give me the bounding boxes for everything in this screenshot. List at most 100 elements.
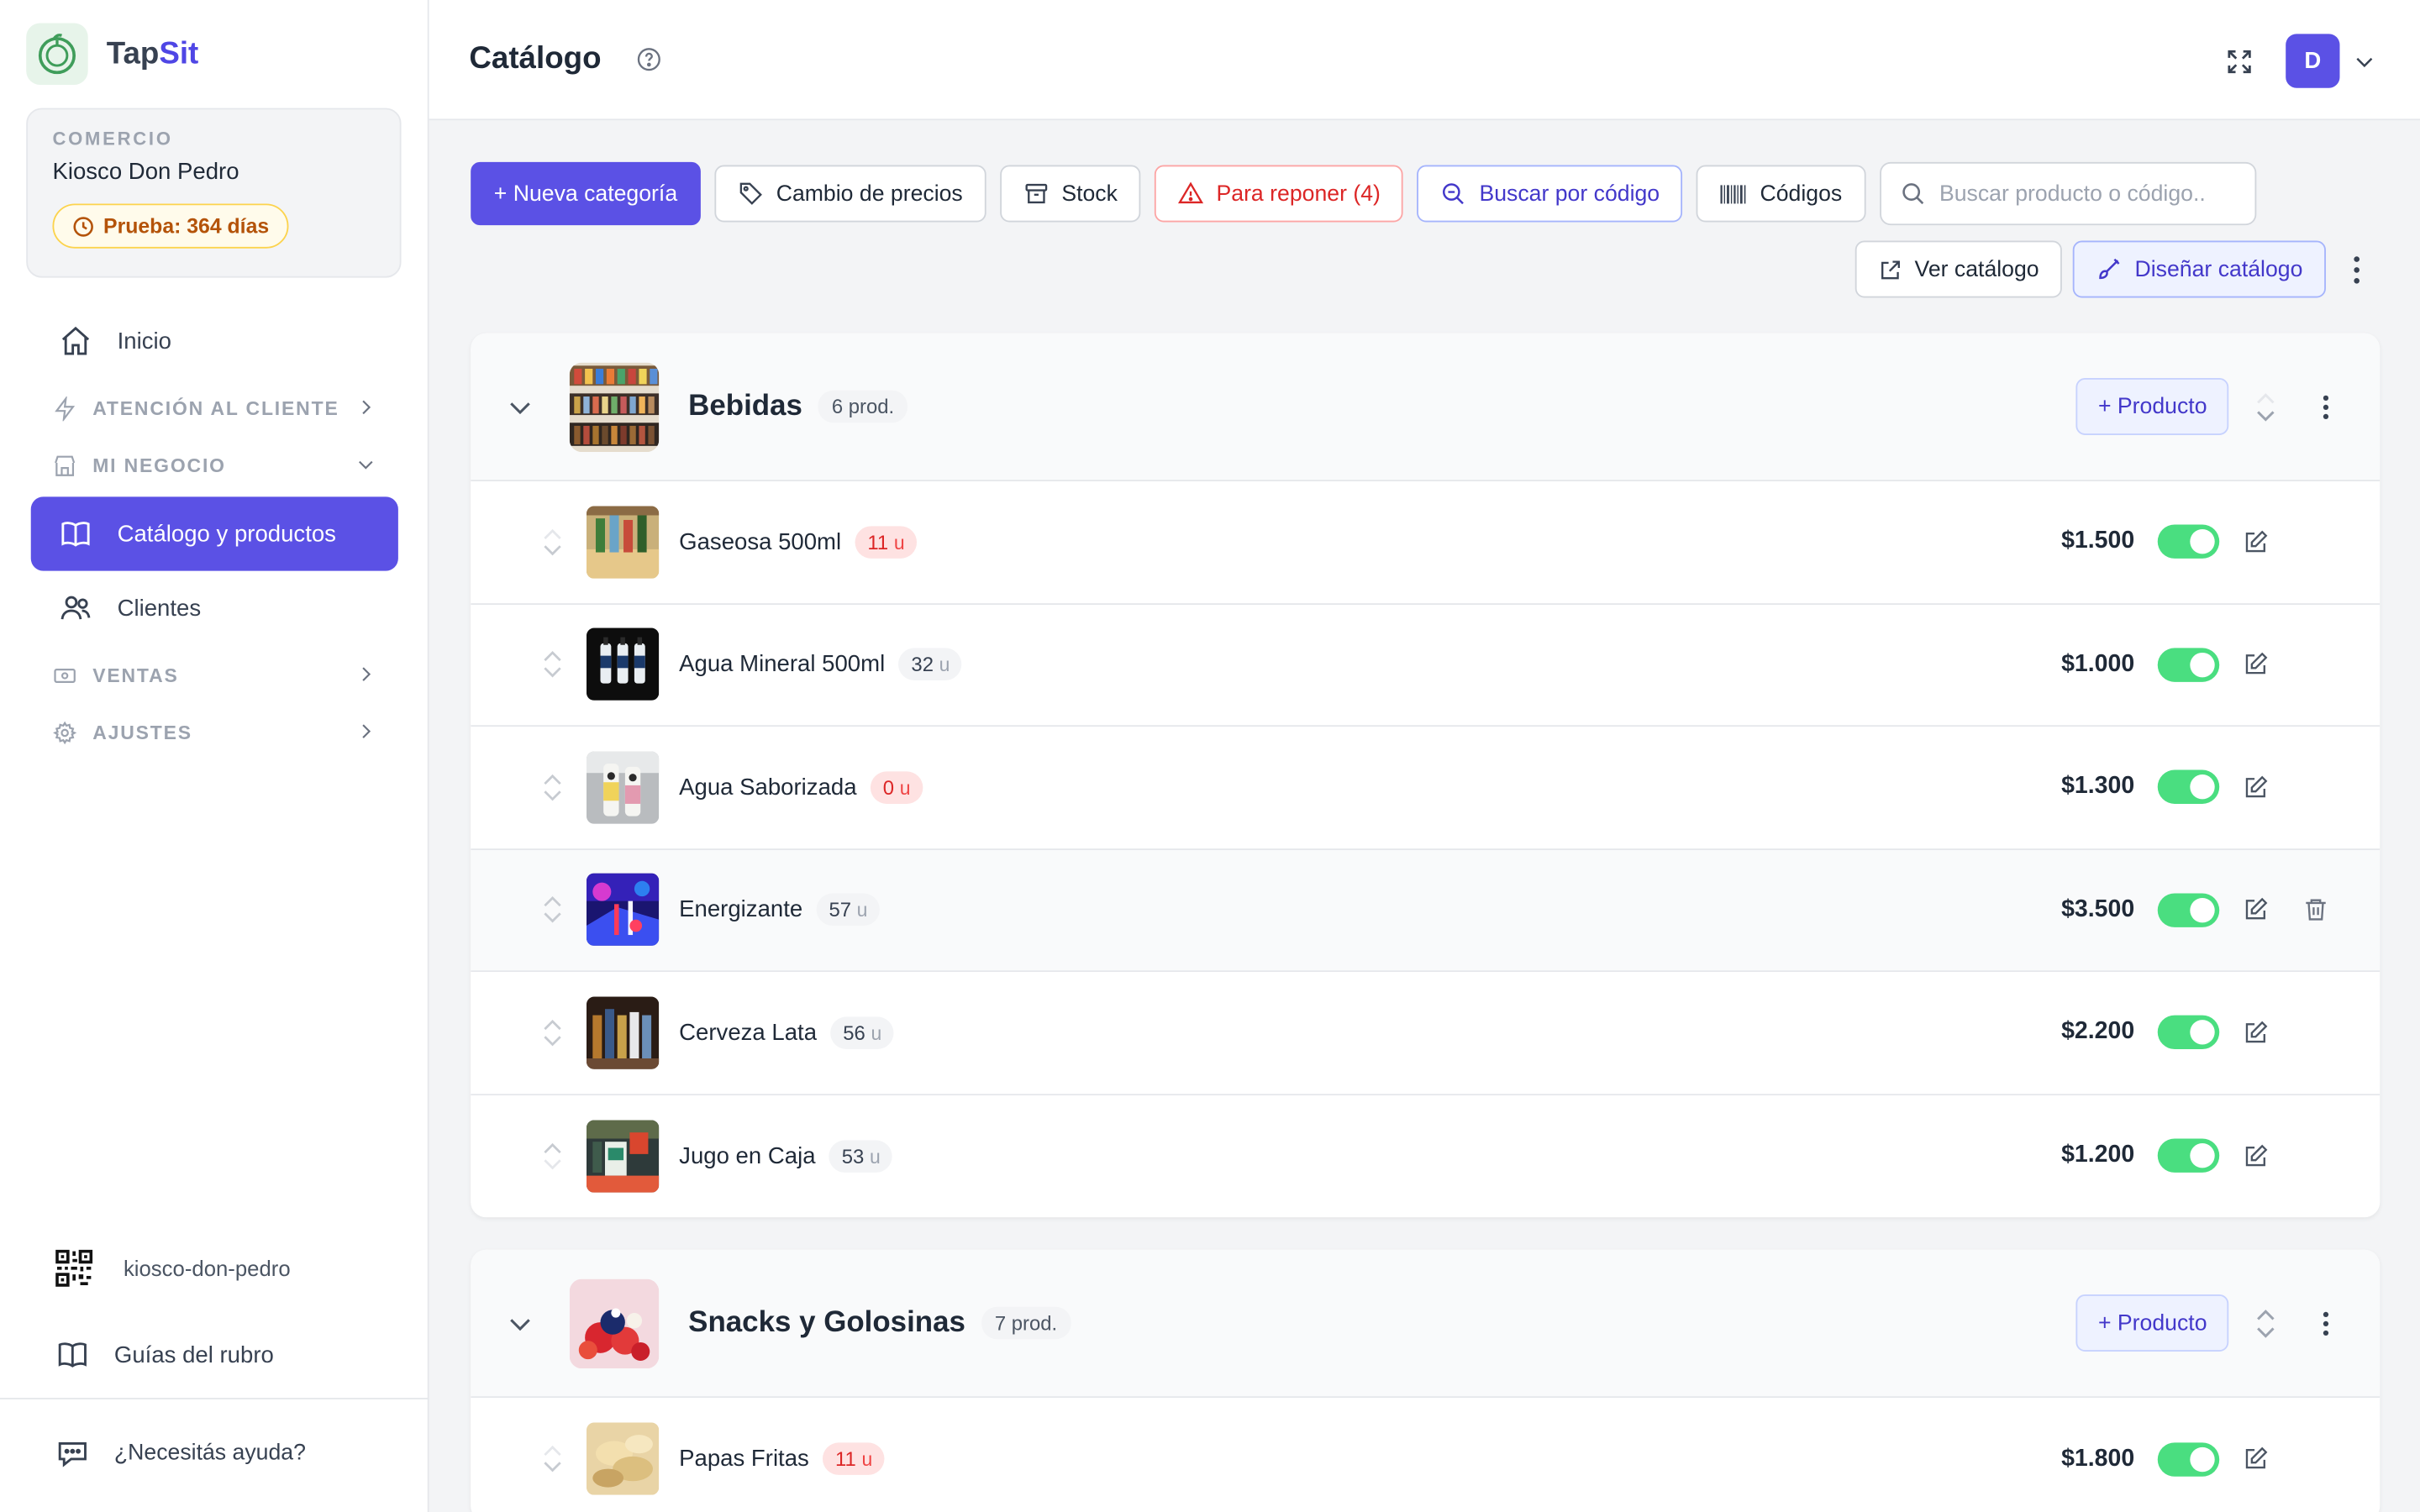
nav-section-negocio[interactable]: MI NEGOCIO — [31, 449, 398, 482]
edit-icon[interactable] — [2243, 1143, 2269, 1169]
stock-value: 57 — [829, 898, 852, 921]
stock-badge: 0 u — [871, 770, 923, 804]
help-label: ¿Necesitás ayuda? — [113, 1441, 306, 1466]
help-link[interactable]: ¿Necesitás ayuda? — [31, 1431, 331, 1474]
trial-text: Prueba: 364 días — [103, 214, 270, 238]
edit-icon[interactable] — [2243, 1020, 2269, 1046]
product-image — [586, 874, 660, 947]
nav-section-ajustes[interactable]: AJUSTES — [31, 716, 398, 749]
shop-kicker: COMERCIO — [52, 128, 173, 150]
category-actions: + Producto — [2076, 1294, 2346, 1352]
availability-toggle[interactable] — [2157, 524, 2220, 559]
brand-accent: Sit — [159, 36, 199, 71]
availability-toggle[interactable] — [2157, 893, 2220, 927]
nav-item-catalogo[interactable]: Catálogo y productos — [30, 496, 398, 571]
edit-icon[interactable] — [2243, 774, 2269, 801]
chevron-up-icon[interactable] — [543, 1445, 561, 1457]
chevron-down-icon[interactable] — [2352, 49, 2376, 73]
chevron-up-icon[interactable] — [2254, 390, 2276, 405]
nav-item-inicio[interactable]: Inicio — [31, 315, 398, 367]
chevron-down-icon[interactable] — [543, 912, 561, 925]
chevron-down-icon[interactable] — [471, 1308, 570, 1339]
trash-icon[interactable] — [2302, 897, 2328, 923]
chevron-up-icon[interactable] — [2254, 1306, 2276, 1321]
chevron-down-icon[interactable] — [471, 391, 570, 423]
availability-toggle[interactable] — [2157, 1138, 2220, 1173]
chevron-down-icon[interactable] — [543, 1035, 561, 1047]
availability-toggle[interactable] — [2157, 647, 2220, 682]
chevron-down-icon[interactable] — [543, 1158, 561, 1171]
codes-button[interactable]: Códigos — [1697, 165, 1865, 223]
stock-badge: 57 u — [816, 893, 881, 927]
add-product-button[interactable]: + Producto — [2076, 1294, 2229, 1352]
trial-badge[interactable]: Prueba: 364 días — [52, 203, 290, 249]
stock-value: 56 — [843, 1021, 865, 1045]
more-options-icon[interactable] — [2337, 241, 2377, 298]
new-category-button[interactable]: + Nueva categoría — [471, 161, 701, 226]
chevron-down-icon[interactable] — [543, 667, 561, 680]
product-price: $1.000 — [2061, 650, 2135, 677]
chevron-down-icon[interactable] — [543, 1462, 561, 1474]
product-name: Agua Mineral 500ml — [679, 651, 886, 678]
product-image — [586, 628, 660, 701]
chevron-up-icon[interactable] — [543, 1018, 561, 1031]
stock-value: 11 — [867, 530, 889, 554]
product-row[interactable]: Energizante 57 u $3.500 — [471, 849, 2381, 973]
nav-item-clientes[interactable]: Clientes — [31, 581, 398, 633]
product-row[interactable]: Agua Saborizada 0 u $1.300 — [471, 727, 2381, 850]
brand[interactable]: TapSit — [26, 23, 199, 86]
chevron-down-icon[interactable] — [2254, 408, 2276, 423]
edit-icon[interactable] — [2243, 1446, 2269, 1472]
guides-link[interactable]: Guías del rubro — [31, 1333, 298, 1376]
product-row[interactable]: Agua Mineral 500ml 32 u $1.000 — [471, 604, 2381, 727]
product-search[interactable] — [1879, 161, 2256, 226]
search-by-code-button[interactable]: Buscar por código — [1417, 165, 1683, 223]
category-more-icon[interactable] — [2306, 1294, 2346, 1352]
restock-button[interactable]: Para reponer (4) — [1155, 165, 1404, 223]
stock-badge: 32 u — [898, 648, 963, 681]
availability-toggle[interactable] — [2157, 1441, 2220, 1477]
design-catalog-button[interactable]: Diseñar catálogo — [2073, 240, 2326, 298]
stock-unit: u — [939, 654, 950, 676]
product-count-badge: 6 prod. — [818, 390, 908, 423]
price-change-button[interactable]: Cambio de precios — [714, 165, 986, 223]
chevron-down-icon[interactable] — [543, 544, 561, 557]
nav-section-ventas[interactable]: VENTAS — [31, 659, 398, 692]
product-row[interactable]: Gaseosa 500ml 11 u $1.500 — [471, 481, 2381, 605]
edit-icon[interactable] — [2243, 897, 2269, 923]
product-price: $1.500 — [2061, 528, 2135, 554]
chevron-down-icon[interactable] — [543, 790, 561, 802]
chevron-up-icon[interactable] — [543, 895, 561, 908]
nav-section-label-ajustes: AJUSTES — [92, 722, 192, 744]
book-icon — [58, 1342, 87, 1368]
add-product-button[interactable]: + Producto — [2076, 378, 2229, 435]
question-circle-icon[interactable] — [635, 46, 661, 72]
product-row[interactable]: Papas Fritas 11 u $1.800 — [471, 1398, 2381, 1512]
store-icon — [55, 455, 76, 476]
user-avatar[interactable]: D — [2286, 34, 2340, 88]
guides-label: Guías del rubro — [113, 1341, 274, 1368]
chevron-up-icon[interactable] — [543, 650, 561, 663]
search-input[interactable] — [1939, 181, 2233, 207]
fullscreen-icon[interactable] — [2224, 45, 2255, 76]
nav-section-atencion[interactable]: ATENCIÓN AL CLIENTE — [31, 392, 398, 426]
category-more-icon[interactable] — [2306, 378, 2346, 435]
shop-card: COMERCIO Kiosco Don Pedro Prueba: 364 dí… — [26, 108, 402, 278]
edit-icon[interactable] — [2243, 529, 2269, 555]
view-catalog-button[interactable]: Ver catálogo — [1854, 240, 2063, 298]
chevron-up-icon[interactable] — [543, 1142, 561, 1154]
chevron-down-icon[interactable] — [2254, 1325, 2276, 1340]
product-row[interactable]: Cerveza Lata 56 u $2.200 — [471, 972, 2381, 1095]
product-image — [586, 1120, 660, 1193]
stock-button[interactable]: Stock — [999, 165, 1141, 223]
brush-icon — [2099, 258, 2120, 280]
chevron-up-icon[interactable] — [543, 528, 561, 540]
availability-toggle[interactable] — [2157, 769, 2220, 805]
chevron-up-icon[interactable] — [543, 773, 561, 785]
bolt-icon — [55, 396, 76, 422]
availability-toggle[interactable] — [2157, 1016, 2220, 1050]
product-price: $1.800 — [2061, 1445, 2135, 1472]
edit-icon[interactable] — [2243, 652, 2269, 678]
product-row[interactable]: Jugo en Caja 53 u $1.200 — [471, 1095, 2381, 1218]
catalog-slug-link[interactable]: kiosco-don-pedro — [31, 1247, 315, 1289]
